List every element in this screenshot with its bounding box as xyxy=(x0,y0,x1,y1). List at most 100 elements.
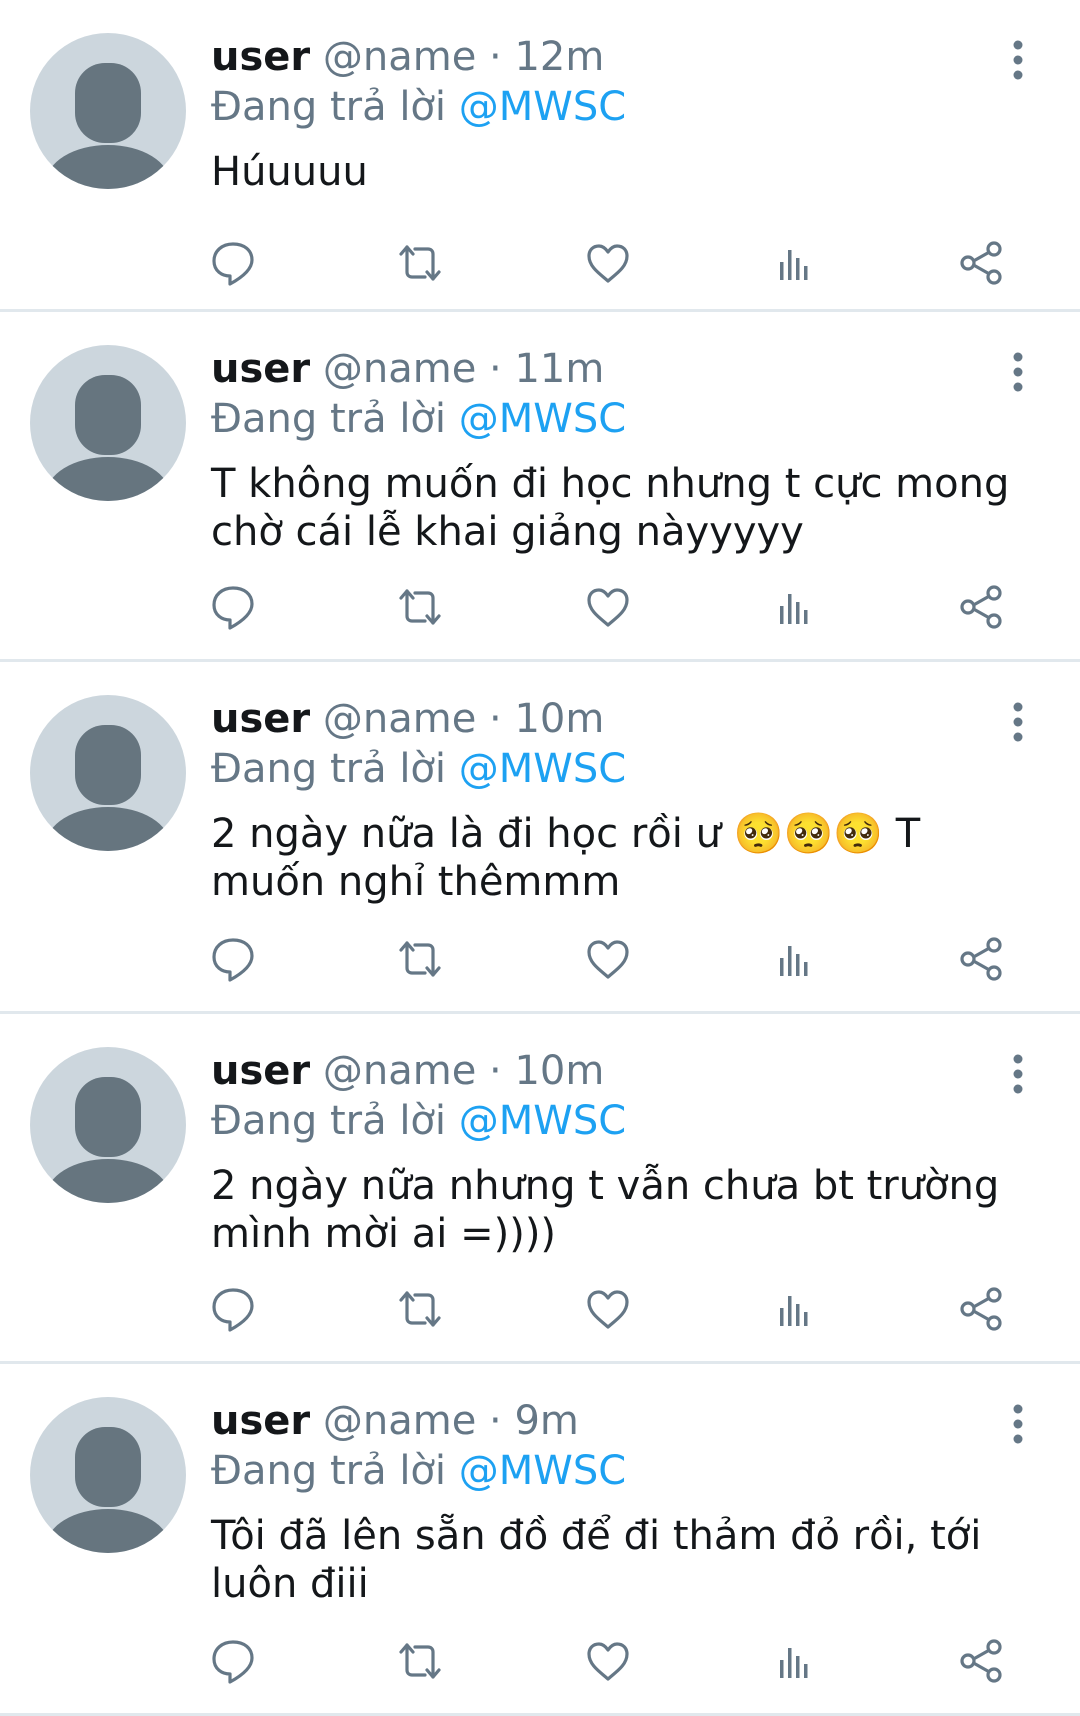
tweet-content: user @name · 12m Đang trả lời @MWSC Húuu… xyxy=(211,32,1031,196)
more-vertical-icon xyxy=(1013,702,1023,742)
heart-icon xyxy=(587,940,629,979)
replying-to-mention[interactable]: @MWSC xyxy=(459,396,626,442)
separator-dot: · xyxy=(489,696,502,742)
heart-icon xyxy=(587,1642,629,1681)
separator-dot: · xyxy=(489,346,502,392)
like-button[interactable] xyxy=(583,238,633,288)
replying-to-mention[interactable]: @MWSC xyxy=(459,1098,626,1144)
share-button[interactable] xyxy=(957,934,1007,984)
analytics-button[interactable] xyxy=(770,934,820,984)
replying-to-line: Đang trả lời @MWSC xyxy=(211,744,1031,794)
tweet-item[interactable]: user @name · 9m Đang trả lời @MWSC Tôi đ… xyxy=(0,1364,1080,1716)
user-handle[interactable]: @name xyxy=(323,696,476,742)
separator-dot: · xyxy=(489,1398,502,1444)
default-profile-icon xyxy=(46,725,170,851)
avatar[interactable] xyxy=(30,1397,186,1553)
default-profile-icon xyxy=(46,1427,170,1553)
reply-bubble-icon xyxy=(212,938,254,982)
timestamp[interactable]: 9m xyxy=(514,1398,578,1444)
reply-button[interactable] xyxy=(208,1284,258,1334)
reply-button[interactable] xyxy=(208,1636,258,1686)
action-bar xyxy=(208,582,1024,632)
more-options-button[interactable] xyxy=(1008,702,1028,742)
analytics-bars-icon xyxy=(780,250,808,280)
tweet-item[interactable]: user @name · 10m Đang trả lời @MWSC 2 ng… xyxy=(0,1014,1080,1364)
share-icon xyxy=(960,937,1002,981)
more-options-button[interactable] xyxy=(1008,1054,1028,1094)
replying-prefix: Đang trả lời xyxy=(211,1448,447,1494)
retweet-button[interactable] xyxy=(395,238,445,288)
like-button[interactable] xyxy=(583,934,633,984)
avatar[interactable] xyxy=(30,33,186,189)
replying-to-mention[interactable]: @MWSC xyxy=(459,84,626,130)
like-button[interactable] xyxy=(583,582,633,632)
tweet-header: user @name · 11m xyxy=(211,344,1031,394)
share-button[interactable] xyxy=(957,582,1007,632)
analytics-button[interactable] xyxy=(770,1636,820,1686)
reply-button[interactable] xyxy=(208,238,258,288)
user-handle[interactable]: @name xyxy=(323,346,476,392)
replying-to-mention[interactable]: @MWSC xyxy=(459,1448,626,1494)
retweet-icon xyxy=(399,589,441,625)
user-handle[interactable]: @name xyxy=(323,34,476,80)
more-options-button[interactable] xyxy=(1008,352,1028,392)
heart-icon xyxy=(587,244,629,283)
user-handle[interactable]: @name xyxy=(323,1398,476,1444)
display-name[interactable]: user xyxy=(211,34,310,80)
avatar[interactable] xyxy=(30,1047,186,1203)
retweet-button[interactable] xyxy=(395,934,445,984)
share-button[interactable] xyxy=(957,1284,1007,1334)
user-handle[interactable]: @name xyxy=(323,1048,476,1094)
avatar[interactable] xyxy=(30,695,186,851)
reply-bubble-icon xyxy=(212,586,254,630)
display-name[interactable]: user xyxy=(211,696,310,742)
more-options-button[interactable] xyxy=(1008,1404,1028,1444)
retweet-button[interactable] xyxy=(395,1636,445,1686)
tweet-item[interactable]: user @name · 10m Đang trả lời @MWSC 2 ng… xyxy=(0,662,1080,1014)
replying-to-line: Đang trả lời @MWSC xyxy=(211,82,1031,132)
share-button[interactable] xyxy=(957,238,1007,288)
analytics-button[interactable] xyxy=(770,582,820,632)
replying-prefix: Đang trả lời xyxy=(211,746,447,792)
tweet-content: user @name · 11m Đang trả lời @MWSC T kh… xyxy=(211,344,1031,556)
tweet-content: user @name · 10m Đang trả lời @MWSC 2 ng… xyxy=(211,694,1031,906)
tweet-text: 2 ngày nữa nhưng t vẫn chưa bt trường mì… xyxy=(211,1163,1000,1257)
timestamp[interactable]: 11m xyxy=(514,346,604,392)
timestamp[interactable]: 10m xyxy=(514,696,604,742)
separator-dot: · xyxy=(489,1048,502,1094)
analytics-bars-icon xyxy=(780,1648,808,1678)
tweet-item[interactable]: user @name · 11m Đang trả lời @MWSC T kh… xyxy=(0,312,1080,662)
reply-bubble-icon xyxy=(212,1640,254,1684)
retweet-button[interactable] xyxy=(395,582,445,632)
tweet-header: user @name · 10m xyxy=(211,1046,1031,1096)
tweet-item[interactable]: user @name · 12m Đang trả lời @MWSC Húuu… xyxy=(0,0,1080,312)
avatar[interactable] xyxy=(30,345,186,501)
display-name[interactable]: user xyxy=(211,346,310,392)
timestamp[interactable]: 12m xyxy=(514,34,604,80)
replying-prefix: Đang trả lời xyxy=(211,84,447,130)
analytics-button[interactable] xyxy=(770,238,820,288)
action-bar xyxy=(208,934,1024,984)
reply-button[interactable] xyxy=(208,934,258,984)
timestamp[interactable]: 10m xyxy=(514,1048,604,1094)
default-profile-icon xyxy=(46,375,170,501)
tweet-text: Tôi đã lên sẵn đồ để đi thảm đỏ rồi, tới… xyxy=(211,1513,982,1607)
reply-button[interactable] xyxy=(208,582,258,632)
replying-prefix: Đang trả lời xyxy=(211,396,447,442)
display-name[interactable]: user xyxy=(211,1398,310,1444)
share-button[interactable] xyxy=(957,1636,1007,1686)
heart-icon xyxy=(587,1290,629,1329)
like-button[interactable] xyxy=(583,1636,633,1686)
retweet-icon xyxy=(399,1291,441,1327)
analytics-button[interactable] xyxy=(770,1284,820,1334)
action-bar xyxy=(208,238,1024,288)
replying-to-mention[interactable]: @MWSC xyxy=(459,746,626,792)
like-button[interactable] xyxy=(583,1284,633,1334)
display-name[interactable]: user xyxy=(211,1048,310,1094)
share-icon xyxy=(960,241,1002,285)
retweet-icon xyxy=(399,941,441,977)
more-options-button[interactable] xyxy=(1008,40,1028,80)
replying-prefix: Đang trả lời xyxy=(211,1098,447,1144)
retweet-button[interactable] xyxy=(395,1284,445,1334)
more-vertical-icon xyxy=(1013,352,1023,392)
